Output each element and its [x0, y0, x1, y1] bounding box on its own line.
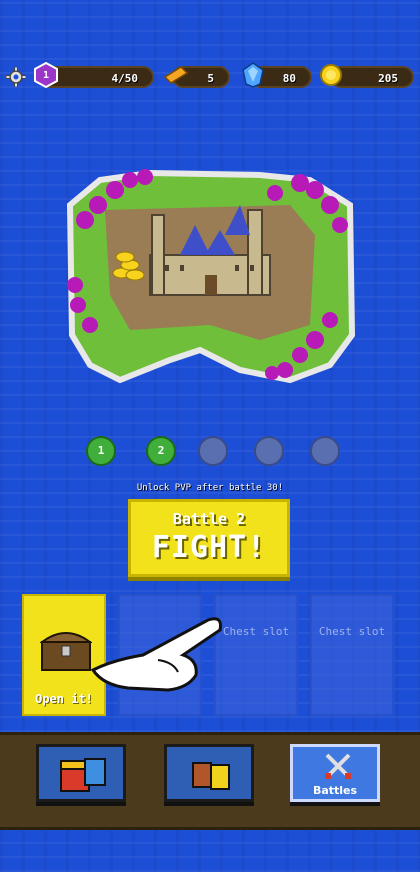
- pvp-unlock-text: Unlock PVP after battle 30!: [136, 483, 284, 493]
- chest-slot-label: Chest slot: [222, 625, 290, 638]
- ticket-value: 5: [207, 72, 214, 85]
- ticket-icon: [163, 62, 189, 88]
- level-path: 1 2: [0, 432, 420, 472]
- gem-value: 80: [282, 72, 296, 85]
- level-node-1[interactable]: 1: [86, 436, 116, 466]
- resource-bar: 4/50 1 5 80 205: [0, 62, 420, 94]
- cards-button[interactable]: [164, 744, 254, 802]
- battles-label: Battles: [312, 784, 358, 797]
- crossed-swords-icon: [323, 751, 353, 785]
- gem-icon: [240, 62, 266, 88]
- level-node-3[interactable]: [198, 436, 228, 466]
- level-value: 1: [42, 69, 50, 81]
- fight-label: FIGHT!: [151, 530, 267, 565]
- bottom-nav: Battles: [0, 732, 420, 830]
- battle-number: Battle 2: [172, 510, 246, 528]
- open-chest-label: Open it!: [35, 692, 93, 706]
- cards-icon: [191, 759, 233, 795]
- chest-slot-4[interactable]: Chest slot: [310, 594, 394, 716]
- chest-slot-3[interactable]: Chest slot: [214, 594, 298, 716]
- fight-button[interactable]: Battle 2 FIGHT!: [128, 499, 290, 577]
- castle-island: [60, 165, 360, 390]
- level-node-2[interactable]: 2: [146, 436, 176, 466]
- chest-slot-1[interactable]: Open it!: [22, 594, 106, 716]
- level-node-4[interactable]: [254, 436, 284, 466]
- level-hex-icon: 1: [33, 62, 59, 88]
- chest-icon: [38, 624, 94, 676]
- shop-button[interactable]: [36, 744, 126, 802]
- gear-icon[interactable]: [5, 66, 27, 88]
- battles-button[interactable]: Battles: [290, 744, 380, 802]
- shop-chest-icon: [59, 755, 109, 799]
- coin-value: 205: [378, 72, 398, 85]
- chest-slot-2[interactable]: [118, 594, 202, 716]
- chest-slot-label: Chest slot: [318, 625, 386, 638]
- coin-icon: [318, 62, 344, 88]
- level-node-5[interactable]: [310, 436, 340, 466]
- xp-value: 4/50: [111, 72, 139, 85]
